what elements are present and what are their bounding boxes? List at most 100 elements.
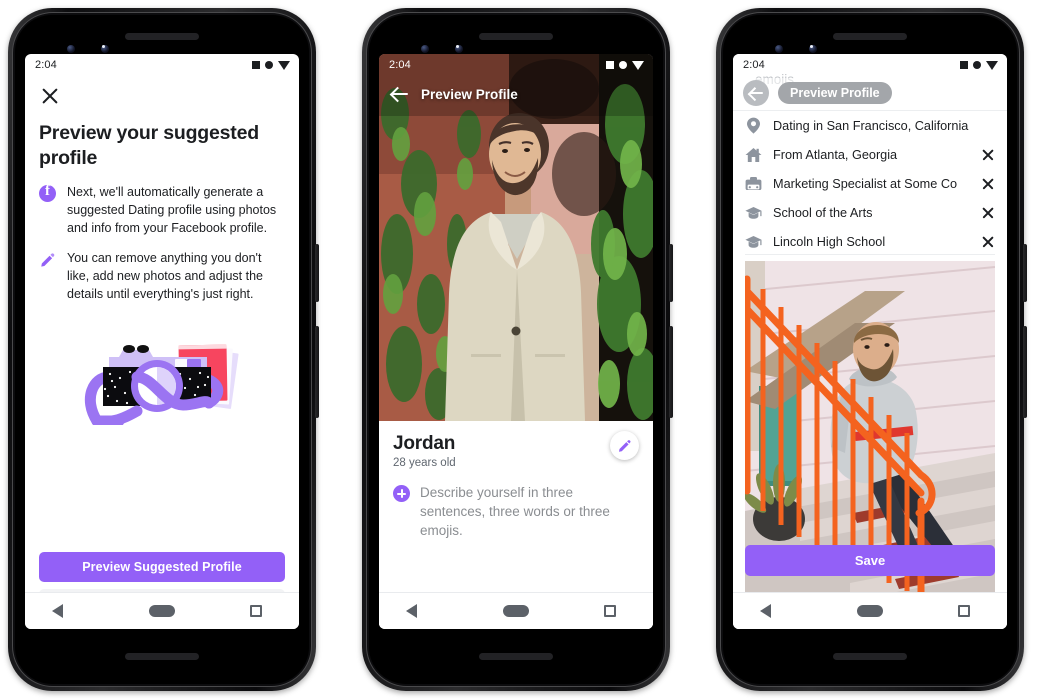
- prompt-placeholder-text: Describe yourself in three sentences, th…: [420, 485, 610, 539]
- header-title: Preview Profile: [421, 86, 518, 102]
- remove-item-button[interactable]: [981, 235, 995, 249]
- status-icons: [960, 60, 998, 70]
- bottom-speaker-icon: [833, 653, 907, 660]
- triangle-icon: [278, 60, 290, 70]
- status-clock: 2:04: [389, 59, 411, 71]
- earpiece-speaker-icon: [833, 33, 907, 40]
- back-arrow-icon[interactable]: [391, 85, 409, 103]
- android-nav-bar: [733, 592, 1007, 629]
- front-sensor-icon: [809, 45, 817, 53]
- bottom-speaker-icon: [479, 653, 553, 660]
- list-item[interactable]: Dating in San Francisco, California: [733, 111, 1007, 140]
- triangle-icon: [632, 60, 644, 70]
- profile-info-screen: 2:04 emojis. Preview Profile: [733, 54, 1007, 629]
- triangle-icon: [986, 60, 998, 70]
- location-pin-icon: [745, 117, 762, 134]
- list-item-label: From Atlanta, Georgia: [773, 147, 898, 162]
- circle-icon: [973, 61, 981, 69]
- phone-3: 2:04 emojis. Preview Profile: [716, 8, 1027, 691]
- list-item-label: Dating in San Francisco, California: [773, 118, 969, 133]
- pencil-icon: [39, 250, 57, 303]
- back-triangle-icon[interactable]: [51, 604, 74, 618]
- list-item[interactable]: From Atlanta, Georgia: [733, 140, 1007, 169]
- home-pill-icon[interactable]: [856, 605, 883, 617]
- status-clock: 2:04: [743, 59, 765, 71]
- power-button[interactable]: [315, 244, 319, 302]
- phone-2: 2:04 Preview Profile Jordan 28 years old: [362, 8, 673, 691]
- bottom-speaker-icon: [125, 653, 199, 660]
- back-triangle-icon[interactable]: [759, 604, 782, 618]
- divider: [745, 254, 995, 255]
- power-button[interactable]: [669, 244, 673, 302]
- back-arrow-circle-icon[interactable]: [743, 80, 769, 106]
- camera-with-photos-illustration: [25, 333, 299, 425]
- earpiece-speaker-icon: [479, 33, 553, 40]
- header-bar: Preview Profile: [379, 78, 653, 110]
- earpiece-speaker-icon: [125, 33, 199, 40]
- screenshot-stage: 2:04 Preview your suggested profile Next…: [0, 0, 1050, 699]
- list-item: Next, we'll automatically generate a sug…: [39, 183, 285, 237]
- back-triangle-icon[interactable]: [405, 604, 428, 618]
- power-button[interactable]: [1023, 244, 1027, 302]
- home-pill-icon[interactable]: [502, 605, 529, 617]
- front-camera-icon: [775, 45, 783, 53]
- header-bar: Preview Profile: [733, 78, 1007, 108]
- status-bar: 2:04: [733, 54, 1007, 76]
- square-icon: [960, 61, 968, 69]
- phone-1: 2:04 Preview your suggested profile Next…: [8, 8, 319, 691]
- facebook-icon: [39, 183, 57, 237]
- list-item-label: Marketing Specialist at Some Co: [773, 176, 958, 191]
- android-nav-bar: [379, 592, 653, 629]
- list-item[interactable]: School of the Arts: [733, 198, 1007, 227]
- status-icons: [252, 60, 290, 70]
- preview-suggested-profile-button[interactable]: Preview Suggested Profile: [39, 552, 285, 582]
- volume-button[interactable]: [669, 326, 673, 418]
- status-bar: 2:04: [25, 54, 299, 76]
- phone-2-screen: 2:04 Preview Profile Jordan 28 years old: [379, 54, 653, 629]
- profile-info-list: Dating in San Francisco, California From…: [733, 110, 1007, 256]
- home-icon: [745, 146, 762, 163]
- preview-intro-screen: 2:04 Preview your suggested profile Next…: [25, 54, 299, 629]
- recents-square-icon[interactable]: [249, 605, 262, 617]
- list-item-label: School of the Arts: [773, 205, 873, 220]
- preview-profile-screen: 2:04 Preview Profile Jordan 28 years old: [379, 54, 653, 629]
- square-icon: [606, 61, 614, 69]
- edit-profile-button[interactable]: [610, 431, 639, 460]
- remove-item-button[interactable]: [981, 206, 995, 220]
- phone-1-screen: 2:04 Preview your suggested profile Next…: [25, 54, 299, 629]
- list-item: You can remove anything you don't like, …: [39, 250, 285, 303]
- circle-icon: [265, 61, 273, 69]
- status-icons: [606, 60, 644, 70]
- profile-name: Jordan: [393, 433, 456, 454]
- status-bar: 2:04: [379, 54, 653, 76]
- square-icon: [252, 61, 260, 69]
- profile-prompt[interactable]: Describe yourself in three sentences, th…: [393, 483, 639, 540]
- phone-3-screen: 2:04 emojis. Preview Profile: [733, 54, 1007, 629]
- volume-button[interactable]: [315, 326, 319, 418]
- status-clock: 2:04: [35, 59, 57, 71]
- close-icon[interactable]: [39, 85, 61, 107]
- home-pill-icon[interactable]: [148, 605, 175, 617]
- bullet-text: Next, we'll automatically generate a sug…: [67, 185, 277, 235]
- circle-icon: [619, 61, 627, 69]
- android-nav-bar: [25, 592, 299, 629]
- profile-photo[interactable]: [745, 261, 995, 592]
- front-sensor-icon: [101, 45, 109, 53]
- header-pill-label: Preview Profile: [778, 82, 892, 104]
- list-item-label: Lincoln High School: [773, 234, 886, 249]
- volume-button[interactable]: [1023, 326, 1027, 418]
- plus-circle-icon: [393, 485, 410, 502]
- page-title: Preview your suggested profile: [39, 122, 259, 169]
- briefcase-icon: [745, 175, 762, 192]
- remove-item-button[interactable]: [981, 177, 995, 191]
- remove-item-button[interactable]: [981, 148, 995, 162]
- intro-bullet-list: Next, we'll automatically generate a sug…: [39, 183, 285, 317]
- recents-square-icon[interactable]: [957, 605, 970, 617]
- bullet-text: You can remove anything you don't like, …: [67, 251, 263, 301]
- list-item[interactable]: Marketing Specialist at Some Co: [733, 169, 1007, 198]
- recents-square-icon[interactable]: [603, 605, 616, 617]
- front-camera-icon: [421, 45, 429, 53]
- list-item[interactable]: Lincoln High School: [733, 227, 1007, 256]
- graduation-cap-icon: [745, 233, 762, 250]
- save-button[interactable]: Save: [745, 545, 995, 576]
